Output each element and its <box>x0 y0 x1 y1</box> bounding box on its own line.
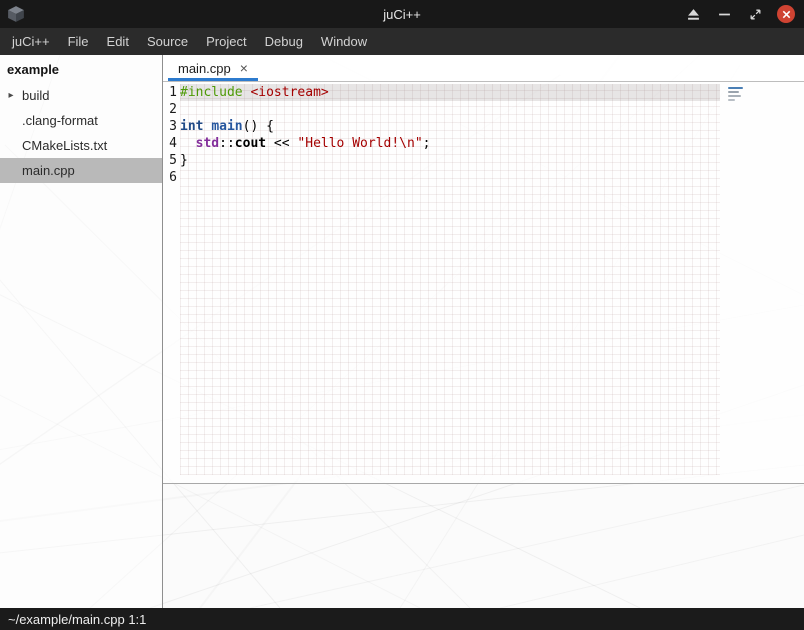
menu-item-file[interactable]: File <box>59 28 98 55</box>
menu-item-project[interactable]: Project <box>197 28 255 55</box>
menu-item-source[interactable]: Source <box>138 28 197 55</box>
restore-button[interactable] <box>746 5 764 23</box>
tab-main-cpp[interactable]: main.cpp × <box>168 55 258 81</box>
code-token: std <box>196 136 219 151</box>
overview-map <box>728 87 748 101</box>
code-line <box>180 169 720 186</box>
file-label: .clang-format <box>22 113 98 128</box>
line-number: 3 <box>163 118 177 135</box>
file-label: build <box>22 88 49 103</box>
sidebar-item-build[interactable]: ▸build <box>0 83 162 108</box>
line-number: 2 <box>163 101 177 118</box>
sidebar-item-cmakelists-txt[interactable]: CMakeLists.txt <box>0 133 162 158</box>
code-line: #include <iostream> <box>180 84 720 101</box>
sidebar-item--clang-format[interactable]: .clang-format <box>0 108 162 133</box>
menu-item-juci-[interactable]: juCi++ <box>3 28 59 55</box>
tab-label: main.cpp <box>178 61 231 76</box>
app-window: juCi++ <box>0 0 804 630</box>
sidebar-item-main-cpp[interactable]: main.cpp <box>0 158 162 183</box>
close-button[interactable] <box>777 5 795 23</box>
code-token: #include <box>180 85 243 100</box>
code-token: int <box>180 119 203 134</box>
eject-icon[interactable] <box>684 5 702 23</box>
code-token: :: <box>219 136 235 151</box>
status-file-position: ~/example/main.cpp 1:1 <box>8 612 146 627</box>
titlebar[interactable]: juCi++ <box>0 0 804 28</box>
menu-item-window[interactable]: Window <box>312 28 376 55</box>
tab-bar: main.cpp × <box>163 55 804 82</box>
app-logo-icon <box>7 5 25 23</box>
tab-close-icon[interactable]: × <box>240 61 248 75</box>
code-token: cout <box>235 136 266 151</box>
project-root-label[interactable]: example <box>0 55 162 83</box>
file-tree: ▸build .clang-format CMakeLists.txt main.cp… <box>0 83 162 183</box>
code-area[interactable]: #include <iostream>int main() { std::cou… <box>180 84 720 475</box>
expander-icon[interactable]: ▸ <box>0 90 22 101</box>
code-token: () { <box>243 119 274 134</box>
line-number: 1 <box>163 84 177 101</box>
code-line: } <box>180 152 720 169</box>
line-number: 5 <box>163 152 177 169</box>
file-label: CMakeLists.txt <box>22 138 107 153</box>
file-label: main.cpp <box>22 163 75 178</box>
statusbar: ~/example/main.cpp 1:1 <box>0 608 804 630</box>
code-token: <iostream> <box>250 85 328 100</box>
minimize-button[interactable] <box>715 5 733 23</box>
terminal-pane[interactable] <box>163 483 804 608</box>
line-number: 4 <box>163 135 177 152</box>
line-number: 6 <box>163 169 177 186</box>
code-token: main <box>211 119 242 134</box>
content-area: example ▸build .clang-format CMakeLists.tx… <box>0 55 804 608</box>
code-token: << <box>266 136 297 151</box>
menu-item-edit[interactable]: Edit <box>98 28 138 55</box>
code-line <box>180 101 720 118</box>
code-line: std::cout << "Hello World!\n"; <box>180 135 720 152</box>
menubar: juCi++FileEditSourceProjectDebugWindow <box>0 28 804 55</box>
code-token <box>180 136 196 151</box>
code-token: } <box>180 153 188 168</box>
code-token: ; <box>423 136 431 151</box>
editor-pane[interactable]: 123456 #include <iostream>int main() { s… <box>163 82 804 483</box>
line-number-gutter: 123456 <box>163 82 180 483</box>
code-token: "Hello World!\n" <box>297 136 422 151</box>
window-controls <box>684 0 795 28</box>
file-tree-sidebar: example ▸build .clang-format CMakeLists.tx… <box>0 55 163 608</box>
menu-item-debug[interactable]: Debug <box>256 28 312 55</box>
code-line: int main() { <box>180 118 720 135</box>
main-panel: main.cpp× 123456 #include <iostream>int … <box>163 55 804 608</box>
